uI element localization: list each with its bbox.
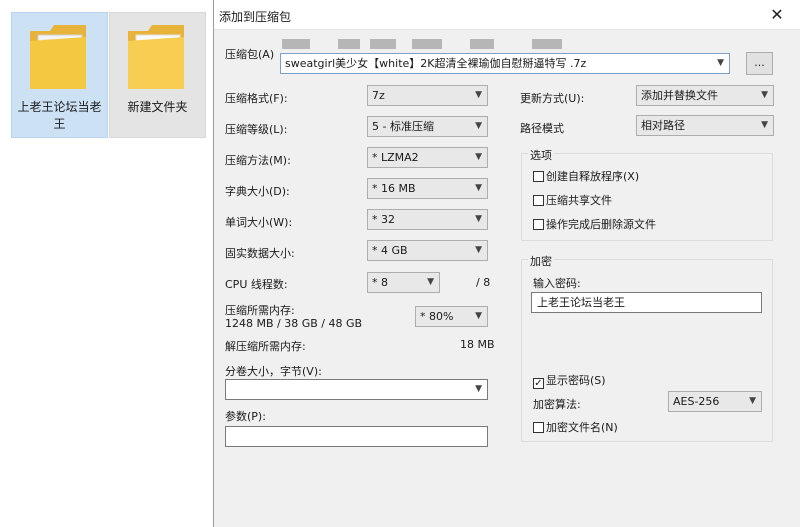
encryption-method-label: 加密算法: bbox=[533, 398, 581, 411]
threads-select[interactable]: * 8 ▼ bbox=[367, 272, 440, 293]
encryption-method-value: AES-256 bbox=[673, 395, 720, 408]
dialog-title: 添加到压缩包 bbox=[219, 10, 292, 24]
encryption-method-select[interactable]: AES-256 ▼ bbox=[668, 391, 762, 412]
params-input[interactable] bbox=[225, 426, 488, 447]
dict-value: * 16 MB bbox=[372, 182, 416, 195]
update-label: 更新方式(U): bbox=[520, 92, 585, 105]
volume-label: 分卷大小，字节(V): bbox=[225, 365, 322, 378]
check-icon: ✓ bbox=[533, 378, 544, 389]
desktop-folder-icon-2[interactable]: 新建文件夹 bbox=[109, 12, 206, 138]
level-select[interactable]: 5 - 标准压缩 ▼ bbox=[367, 116, 488, 137]
browse-button[interactable]: ... bbox=[746, 52, 773, 75]
archive-name-value: sweatgirl美少女【white】2K超清全裸瑜伽自慰掰逼特写 .7z bbox=[285, 57, 587, 70]
memory-value: * 80% bbox=[420, 310, 454, 323]
show-password-label: 显示密码(S) bbox=[546, 374, 606, 387]
sfx-label: 创建自释放程序(X) bbox=[546, 170, 640, 183]
chevron-down-icon: ▼ bbox=[761, 90, 768, 100]
delete-checkbox[interactable]: 操作完成后删除源文件 bbox=[533, 216, 656, 232]
method-label: 压缩方法(M): bbox=[225, 154, 291, 167]
level-value: 5 - 标准压缩 bbox=[372, 120, 434, 133]
decomp-memory-label: 解压缩所需内存: bbox=[225, 340, 306, 353]
level-label: 压缩等级(L): bbox=[225, 123, 288, 136]
password-label: 输入密码: bbox=[533, 277, 581, 290]
solid-value: * 4 GB bbox=[372, 244, 408, 257]
format-select[interactable]: 7z ▼ bbox=[367, 85, 488, 106]
chevron-down-icon: ▼ bbox=[761, 120, 768, 130]
path-mode-label: 路径模式 bbox=[520, 122, 564, 135]
shared-label: 压缩共享文件 bbox=[546, 194, 612, 207]
checkbox-icon bbox=[533, 195, 544, 206]
chevron-down-icon: ▼ bbox=[475, 90, 482, 100]
checkbox-icon bbox=[533, 171, 544, 182]
shared-checkbox[interactable]: 压缩共享文件 bbox=[533, 192, 612, 208]
format-label: 压缩格式(F): bbox=[225, 92, 288, 105]
memory-select[interactable]: * 80% ▼ bbox=[415, 306, 488, 327]
method-value: * LZMA2 bbox=[372, 151, 419, 164]
update-value: 添加并替换文件 bbox=[641, 89, 718, 102]
dict-label: 字典大小(D): bbox=[225, 185, 290, 198]
title-bar: 添加到压缩包 ✕ bbox=[214, 0, 800, 30]
chevron-down-icon: ▼ bbox=[475, 121, 482, 131]
solid-label: 固实数据大小: bbox=[225, 247, 295, 260]
threads-label: CPU 线程数: bbox=[225, 278, 288, 291]
chevron-down-icon: ▼ bbox=[475, 311, 482, 321]
chevron-down-icon: ▼ bbox=[475, 384, 482, 394]
delete-label: 操作完成后删除源文件 bbox=[546, 218, 656, 231]
archive-path-redacted bbox=[282, 39, 602, 49]
show-password-checkbox[interactable]: ✓ 显示密码(S) bbox=[533, 372, 606, 389]
chevron-down-icon: ▼ bbox=[427, 277, 434, 287]
encrypt-names-label: 加密文件名(N) bbox=[546, 421, 618, 434]
path-mode-value: 相对路径 bbox=[641, 119, 685, 132]
chevron-down-icon: ▼ bbox=[475, 152, 482, 162]
update-select[interactable]: 添加并替换文件 ▼ bbox=[636, 85, 774, 106]
chevron-down-icon: ▼ bbox=[749, 396, 756, 406]
params-label: 参数(P): bbox=[225, 410, 266, 423]
password-input[interactable]: 上老王论坛当老王 bbox=[531, 292, 762, 313]
path-mode-select[interactable]: 相对路径 ▼ bbox=[636, 115, 774, 136]
volume-select[interactable]: ▼ bbox=[225, 379, 488, 400]
chevron-down-icon: ▼ bbox=[475, 183, 482, 193]
close-icon[interactable]: ✕ bbox=[768, 6, 786, 24]
format-value: 7z bbox=[372, 89, 385, 102]
memory-detail: 1248 MB / 38 GB / 48 GB bbox=[225, 317, 363, 330]
encryption-title: 加密 bbox=[528, 253, 554, 269]
chevron-down-icon: ▼ bbox=[475, 245, 482, 255]
solid-select[interactable]: * 4 GB ▼ bbox=[367, 240, 488, 261]
chevron-down-icon: ▼ bbox=[475, 214, 482, 224]
dict-select[interactable]: * 16 MB ▼ bbox=[367, 178, 488, 199]
sfx-checkbox[interactable]: 创建自释放程序(X) bbox=[533, 168, 639, 184]
word-select[interactable]: * 32 ▼ bbox=[367, 209, 488, 230]
options-title: 选项 bbox=[528, 147, 554, 163]
folder-icon bbox=[128, 25, 184, 89]
chevron-down-icon: ▼ bbox=[717, 58, 724, 68]
archive-label: 压缩包(A) bbox=[225, 48, 275, 61]
method-select[interactable]: * LZMA2 ▼ bbox=[367, 147, 488, 168]
decomp-memory-value: 18 MB bbox=[460, 338, 495, 351]
folder-label: 新建文件夹 bbox=[127, 100, 188, 114]
memory-label: 压缩所需内存: bbox=[225, 304, 295, 317]
folder-label: 上老王论坛当老王 bbox=[17, 100, 102, 131]
word-label: 单词大小(W): bbox=[225, 216, 293, 229]
checkbox-icon bbox=[533, 219, 544, 230]
archive-name-combo[interactable]: sweatgirl美少女【white】2K超清全裸瑜伽自慰掰逼特写 .7z ▼ bbox=[280, 53, 730, 74]
word-value: * 32 bbox=[372, 213, 395, 226]
encrypt-names-checkbox[interactable]: 加密文件名(N) bbox=[533, 419, 618, 435]
checkbox-icon bbox=[533, 422, 544, 433]
threads-value: * 8 bbox=[372, 276, 388, 289]
folder-icon bbox=[30, 25, 86, 89]
desktop-folder-icon-1[interactable]: 上老王论坛当老王 bbox=[11, 12, 108, 138]
threads-total: / 8 bbox=[476, 276, 491, 289]
